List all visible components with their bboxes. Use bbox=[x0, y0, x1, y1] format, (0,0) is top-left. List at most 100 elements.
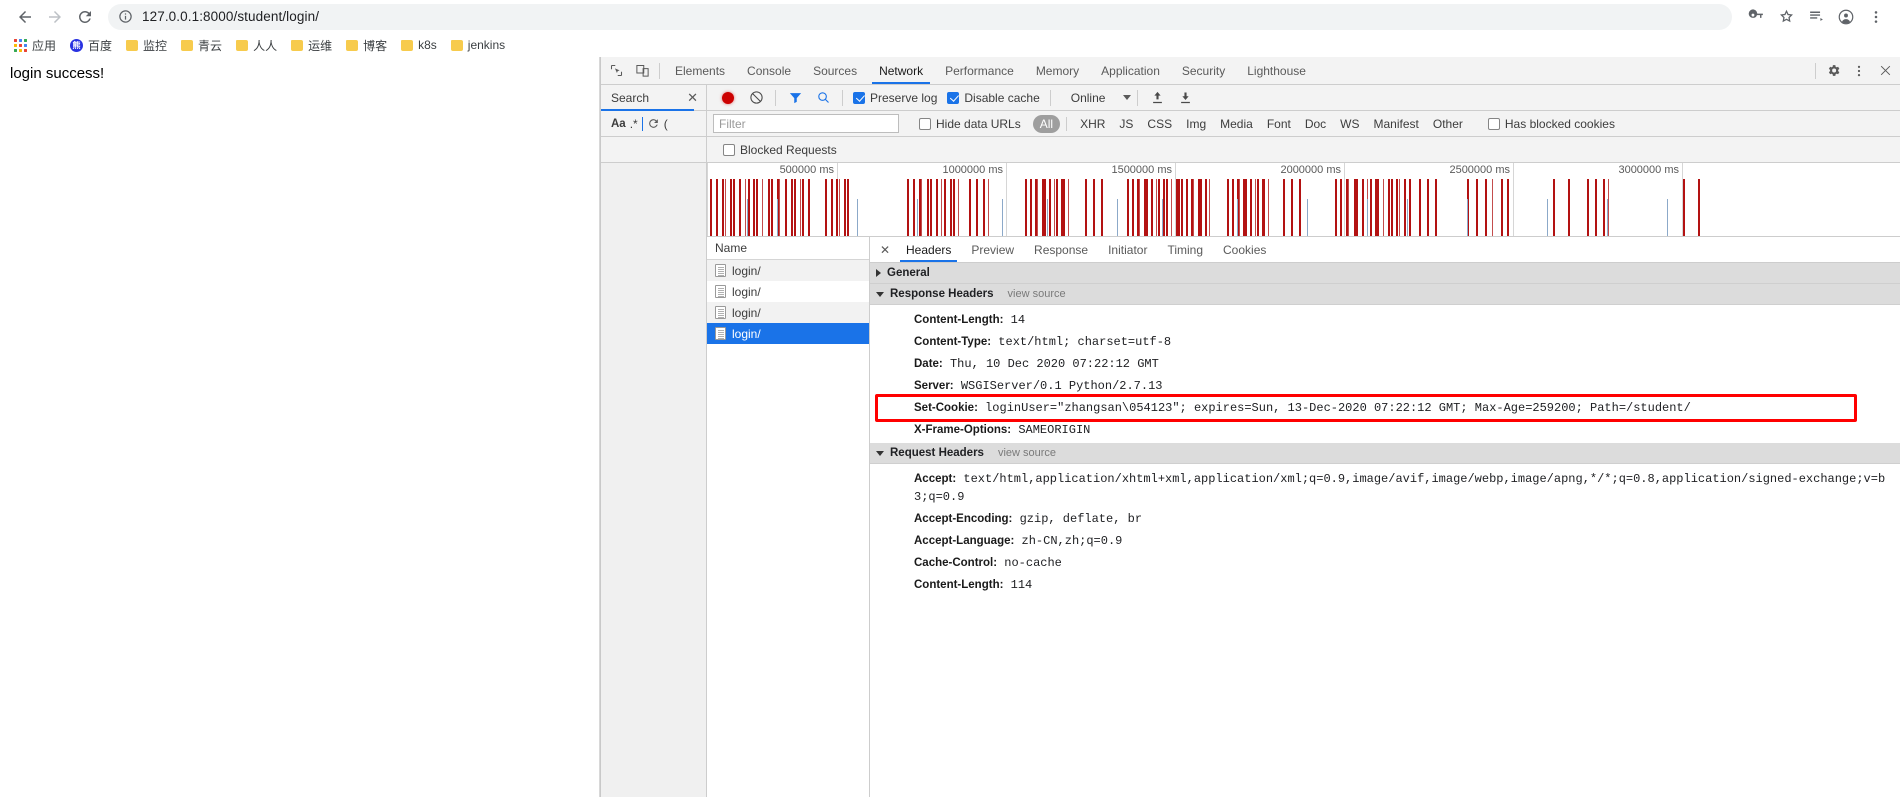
section-general[interactable]: General bbox=[870, 263, 1900, 284]
overview-tick-label: 500000 ms bbox=[779, 164, 834, 176]
tab-memory[interactable]: Memory bbox=[1025, 57, 1090, 84]
filter-type-doc[interactable]: Doc bbox=[1298, 115, 1333, 133]
filter-input[interactable] bbox=[713, 114, 899, 133]
tab-elements[interactable]: Elements bbox=[664, 57, 736, 84]
tab-lighthouse[interactable]: Lighthouse bbox=[1236, 57, 1317, 84]
tab-performance[interactable]: Performance bbox=[934, 57, 1025, 84]
network-overview-timeline[interactable]: 500000 ms 1000000 ms 1500000 ms 2000000 … bbox=[707, 163, 1900, 237]
filter-type-manifest[interactable]: Manifest bbox=[1367, 115, 1426, 133]
bookmark-folder-1[interactable]: 监控 bbox=[119, 34, 174, 56]
table-row[interactable]: login/ bbox=[707, 281, 869, 302]
regex-button[interactable]: .* bbox=[630, 117, 638, 131]
section-request-headers[interactable]: Request Headers view source bbox=[870, 443, 1900, 464]
section-response-headers[interactable]: Response Headers view source bbox=[870, 284, 1900, 305]
network-controls: Preserve log Disable cache Online bbox=[707, 85, 1900, 110]
record-button[interactable] bbox=[715, 86, 741, 110]
disable-cache-checkbox[interactable]: Disable cache bbox=[947, 90, 1040, 105]
site-info-icon[interactable] bbox=[118, 9, 133, 24]
address-bar[interactable]: 127.0.0.1:8000/student/login/ bbox=[108, 3, 1732, 30]
profile-avatar-icon[interactable] bbox=[1832, 4, 1860, 30]
throttling-dropdown[interactable]: Online bbox=[1063, 91, 1132, 105]
match-case-button[interactable]: Aa bbox=[611, 118, 626, 130]
tab-application[interactable]: Application bbox=[1090, 57, 1171, 84]
back-icon[interactable] bbox=[10, 4, 40, 30]
import-har-icon[interactable] bbox=[1144, 85, 1170, 111]
header-value: gzip, deflate, br bbox=[1019, 512, 1143, 526]
request-list-header[interactable]: Name bbox=[707, 237, 869, 260]
search-clear-icon[interactable]: ( bbox=[664, 117, 668, 131]
tab-network[interactable]: Network bbox=[868, 57, 934, 84]
bookmark-folder-7[interactable]: jenkins bbox=[444, 34, 512, 56]
page-viewport: login success! bbox=[0, 57, 600, 797]
filter-type-media[interactable]: Media bbox=[1213, 115, 1260, 133]
filter-divider bbox=[1066, 116, 1068, 131]
search-icon[interactable] bbox=[810, 86, 836, 110]
bookmark-folder-5[interactable]: 博客 bbox=[339, 34, 394, 56]
filter-funnel-icon[interactable] bbox=[782, 86, 808, 110]
filter-type-img[interactable]: Img bbox=[1179, 115, 1213, 133]
header-value: 114 bbox=[1010, 578, 1033, 592]
bookmark-folder-4[interactable]: 运维 bbox=[284, 34, 339, 56]
close-icon[interactable]: ✕ bbox=[874, 243, 896, 257]
has-blocked-cookies-checkbox[interactable]: Has blocked cookies bbox=[1487, 117, 1615, 131]
filter-type-js[interactable]: JS bbox=[1112, 115, 1140, 133]
forward-icon[interactable] bbox=[40, 4, 70, 30]
close-icon[interactable]: ✕ bbox=[687, 90, 698, 106]
network-controls-row: Search ✕ Preserve log Disable cache Onli… bbox=[601, 85, 1900, 111]
filter-type-other[interactable]: Other bbox=[1426, 115, 1470, 133]
filter-type-xhr[interactable]: XHR bbox=[1073, 115, 1112, 133]
search-panel-header[interactable]: Search ✕ bbox=[601, 85, 707, 111]
detail-tab-timing[interactable]: Timing bbox=[1157, 237, 1213, 262]
reading-list-icon[interactable] bbox=[1802, 4, 1830, 30]
device-toolbar-icon[interactable] bbox=[629, 58, 655, 84]
blocked-requests-checkbox[interactable]: Blocked Requests bbox=[723, 143, 837, 157]
section-title: Response Headers bbox=[890, 288, 994, 300]
bookmark-folder-3[interactable]: 人人 bbox=[229, 34, 284, 56]
filter-type-all[interactable]: All bbox=[1032, 114, 1061, 133]
header-line: Date: Thu, 10 Dec 2020 07:22:12 GMT bbox=[870, 353, 1900, 375]
bookmark-apps[interactable]: 应用 bbox=[7, 34, 63, 56]
table-row[interactable]: login/ bbox=[707, 260, 869, 281]
detail-tab-initiator[interactable]: Initiator bbox=[1098, 237, 1157, 262]
table-row-selected[interactable]: login/ bbox=[707, 323, 869, 344]
controls-divider bbox=[842, 89, 843, 106]
search-results-sidebar[interactable] bbox=[601, 163, 707, 797]
search-panel-title: Search bbox=[611, 90, 650, 105]
bookmark-baidu[interactable]: 熊 百度 bbox=[63, 34, 119, 56]
bookmark-folder-6[interactable]: k8s bbox=[394, 34, 444, 56]
tab-sources[interactable]: Sources bbox=[802, 57, 868, 84]
chevron-right-icon bbox=[876, 269, 881, 277]
gear-icon[interactable] bbox=[1820, 58, 1846, 84]
tab-console[interactable]: Console bbox=[736, 57, 802, 84]
reload-icon[interactable] bbox=[70, 4, 100, 30]
detail-tab-headers[interactable]: Headers bbox=[896, 237, 961, 262]
bookmark-folder-2[interactable]: 青云 bbox=[174, 34, 229, 56]
view-source-link[interactable]: view source bbox=[998, 447, 1056, 459]
view-source-link[interactable]: view source bbox=[1008, 288, 1066, 300]
browser-toolbar: 127.0.0.1:8000/student/login/ bbox=[0, 0, 1900, 33]
key-icon[interactable] bbox=[1742, 4, 1770, 30]
table-row[interactable]: login/ bbox=[707, 302, 869, 323]
header-line: Content-Type: text/html; charset=utf-8 bbox=[870, 331, 1900, 353]
export-har-icon[interactable] bbox=[1172, 85, 1198, 111]
devtools-menu-icon[interactable] bbox=[1846, 58, 1872, 84]
detail-tab-preview[interactable]: Preview bbox=[961, 237, 1024, 262]
bookmark-label: k8s bbox=[418, 38, 437, 52]
close-devtools-icon[interactable] bbox=[1872, 58, 1898, 84]
detail-tab-response[interactable]: Response bbox=[1024, 237, 1098, 262]
bookmark-star-icon[interactable] bbox=[1772, 4, 1800, 30]
inspect-element-icon[interactable] bbox=[603, 58, 629, 84]
filter-type-ws[interactable]: WS bbox=[1333, 115, 1366, 133]
browser-menu-icon[interactable] bbox=[1862, 4, 1890, 30]
tab-security[interactable]: Security bbox=[1171, 57, 1236, 84]
filter-type-font[interactable]: Font bbox=[1260, 115, 1298, 133]
detail-tab-cookies[interactable]: Cookies bbox=[1213, 237, 1276, 262]
hide-data-urls-checkbox[interactable]: Hide data URLs bbox=[919, 117, 1021, 131]
search-refresh-icon[interactable] bbox=[647, 117, 660, 130]
filter-type-css[interactable]: CSS bbox=[1140, 115, 1179, 133]
preserve-log-checkbox[interactable]: Preserve log bbox=[853, 91, 937, 105]
clear-button[interactable] bbox=[743, 86, 769, 110]
overview-tick-label: 2000000 ms bbox=[1280, 164, 1341, 176]
controls-divider bbox=[775, 89, 776, 106]
disable-cache-label: Disable cache bbox=[964, 90, 1040, 105]
